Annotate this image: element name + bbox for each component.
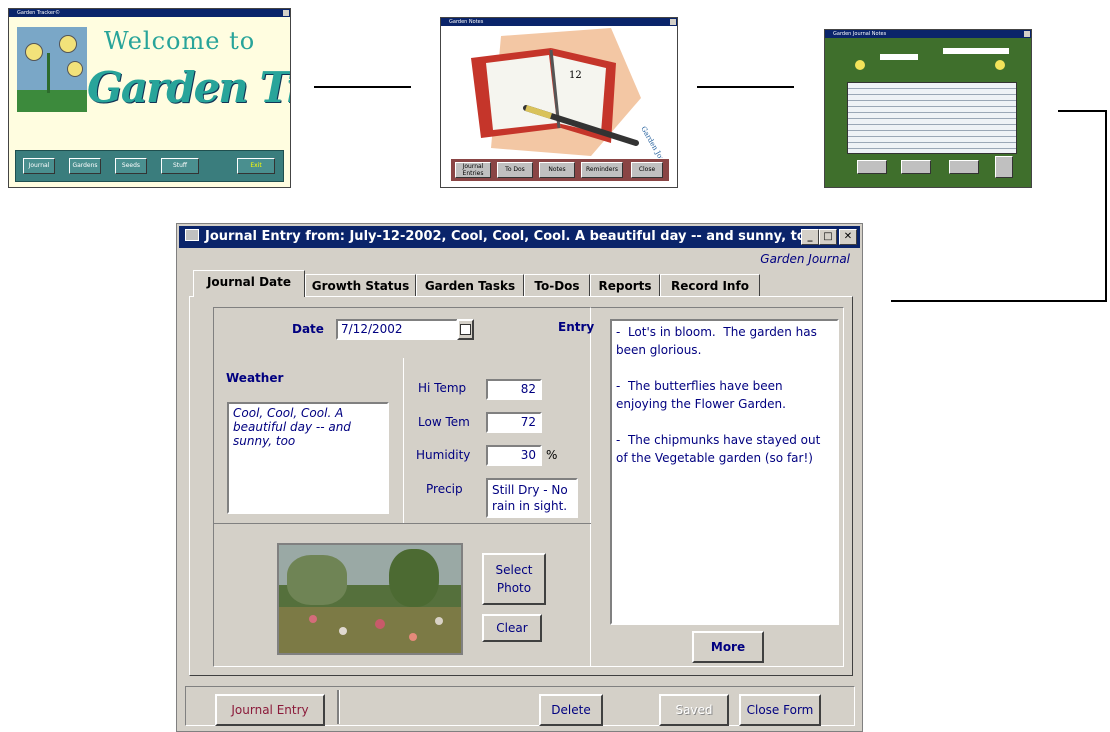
thumbnail-title-bar: Garden Notes: [441, 18, 677, 26]
list-thumb-button[interactable]: [995, 156, 1013, 178]
form-name-label: Garden Journal: [760, 252, 850, 266]
tab-todos[interactable]: To-Dos: [524, 274, 590, 296]
todos-thumb-button[interactable]: To Dos: [497, 162, 533, 178]
more-button[interactable]: More: [692, 631, 764, 663]
humidity-label: Humidity: [416, 448, 471, 462]
tab-garden-tasks[interactable]: Garden Tasks: [416, 274, 524, 296]
precip-field[interactable]: Still Dry - No rain in sight.: [486, 478, 578, 518]
reminders-thumb-button[interactable]: Reminders: [581, 162, 623, 178]
low-temp-label: Low Tem: [418, 415, 470, 429]
delete-button[interactable]: Delete: [539, 694, 603, 726]
clear-photo-button[interactable]: Clear: [482, 614, 542, 642]
window-title: Journal Entry from: July-12-2002, Cool, …: [205, 229, 815, 244]
garden-notes-thumbnail[interactable]: Garden Notes 12 Garden Journal Journal E…: [440, 17, 678, 188]
journal-thumb-button[interactable]: Journal: [23, 158, 55, 174]
planner-picture: 12 Garden Journal: [471, 28, 674, 158]
curve-text: Garden Journal: [639, 125, 673, 158]
search-field-thumb[interactable]: [880, 54, 918, 60]
tab-record-info[interactable]: Record Info: [660, 274, 760, 296]
thumbnail-title: Garden Tracker©: [17, 10, 60, 16]
footer-separator: [337, 690, 340, 724]
calendar-button[interactable]: [457, 319, 474, 340]
minimize-button[interactable]: _: [801, 229, 819, 245]
flower-picture: [17, 27, 87, 112]
connector-line: [697, 86, 794, 88]
date-field[interactable]: 7/12/2002: [336, 319, 458, 340]
journal-entries-thumb-button[interactable]: Journal Entries: [455, 162, 491, 178]
journal-list-grid[interactable]: [847, 82, 1017, 154]
calendar-icon: [460, 324, 471, 335]
hi-temp-label: Hi Temp: [418, 381, 467, 395]
close-form-button[interactable]: Close Form: [739, 694, 821, 726]
entry-text[interactable]: - Lot's in bloom. The garden has been gl…: [610, 319, 839, 625]
journal-entry-button[interactable]: Journal Entry: [215, 694, 325, 726]
weather-label: Weather: [226, 371, 284, 385]
tab-page-journal-date: Date 7/12/2002 Weather Cool, Cool, Cool.…: [189, 296, 853, 676]
journal-list-thumbnail[interactable]: Garden Journal Notes: [824, 29, 1032, 188]
exit-thumb-button[interactable]: Exit: [237, 158, 275, 174]
saved-button: Saved: [659, 694, 729, 726]
close-button[interactable]: ✕: [839, 229, 857, 245]
low-temp-field[interactable]: 72: [486, 412, 542, 433]
flower-icon: [995, 60, 1005, 70]
search-field-thumb[interactable]: [943, 48, 1009, 54]
date-label: Date: [292, 322, 324, 336]
precip-label: Precip: [426, 482, 463, 496]
humidity-field[interactable]: 30: [486, 445, 542, 466]
hi-temp-field[interactable]: 82: [486, 379, 542, 400]
close-thumb-button[interactable]: Close: [631, 162, 663, 178]
list-thumb-button[interactable]: [857, 160, 887, 174]
gardens-thumb-button[interactable]: Gardens: [69, 158, 101, 174]
thumbnail-title: Garden Journal Notes: [833, 31, 887, 37]
journal-entry-window: Journal Entry from: July-12-2002, Cool, …: [176, 223, 863, 732]
connector-line: [891, 300, 1107, 302]
seeds-thumb-button[interactable]: Seeds: [115, 158, 147, 174]
notes-thumb-button[interactable]: Notes: [539, 162, 575, 178]
thumbnail-title-bar: Garden Tracker©: [9, 9, 290, 17]
form-icon: [185, 229, 199, 241]
garden-tracker-thumbnail[interactable]: Garden Tracker© Welcome to Garden Tracke…: [8, 8, 291, 188]
window-title-bar: Journal Entry from: July-12-2002, Cool, …: [179, 226, 860, 248]
maximize-button[interactable]: □: [819, 229, 837, 245]
connector-line: [1105, 110, 1107, 302]
connector-line: [314, 86, 411, 88]
weather-text[interactable]: Cool, Cool, Cool. A beautiful day -- and…: [227, 402, 389, 514]
select-photo-button[interactable]: Select Photo: [482, 553, 546, 605]
connector-line: [1058, 110, 1107, 112]
tab-growth-status[interactable]: Growth Status: [305, 274, 416, 296]
brand-text: Garden Tracker: [87, 63, 290, 112]
list-thumb-button[interactable]: [949, 160, 979, 174]
tab-reports[interactable]: Reports: [590, 274, 660, 296]
thumbnail-title-bar: Garden Journal Notes: [825, 30, 1031, 38]
stuff-thumb-button[interactable]: Stuff: [161, 158, 199, 174]
entry-label: Entry: [558, 320, 595, 334]
garden-photo: [277, 543, 463, 655]
humidity-unit: %: [546, 448, 558, 462]
calendar-day: 12: [569, 70, 582, 81]
thumbnail-title: Garden Notes: [449, 19, 484, 25]
flower-icon: [855, 60, 865, 70]
list-thumb-button[interactable]: [901, 160, 931, 174]
welcome-text: Welcome to: [104, 27, 256, 55]
tab-journal-date[interactable]: Journal Date: [193, 270, 305, 297]
